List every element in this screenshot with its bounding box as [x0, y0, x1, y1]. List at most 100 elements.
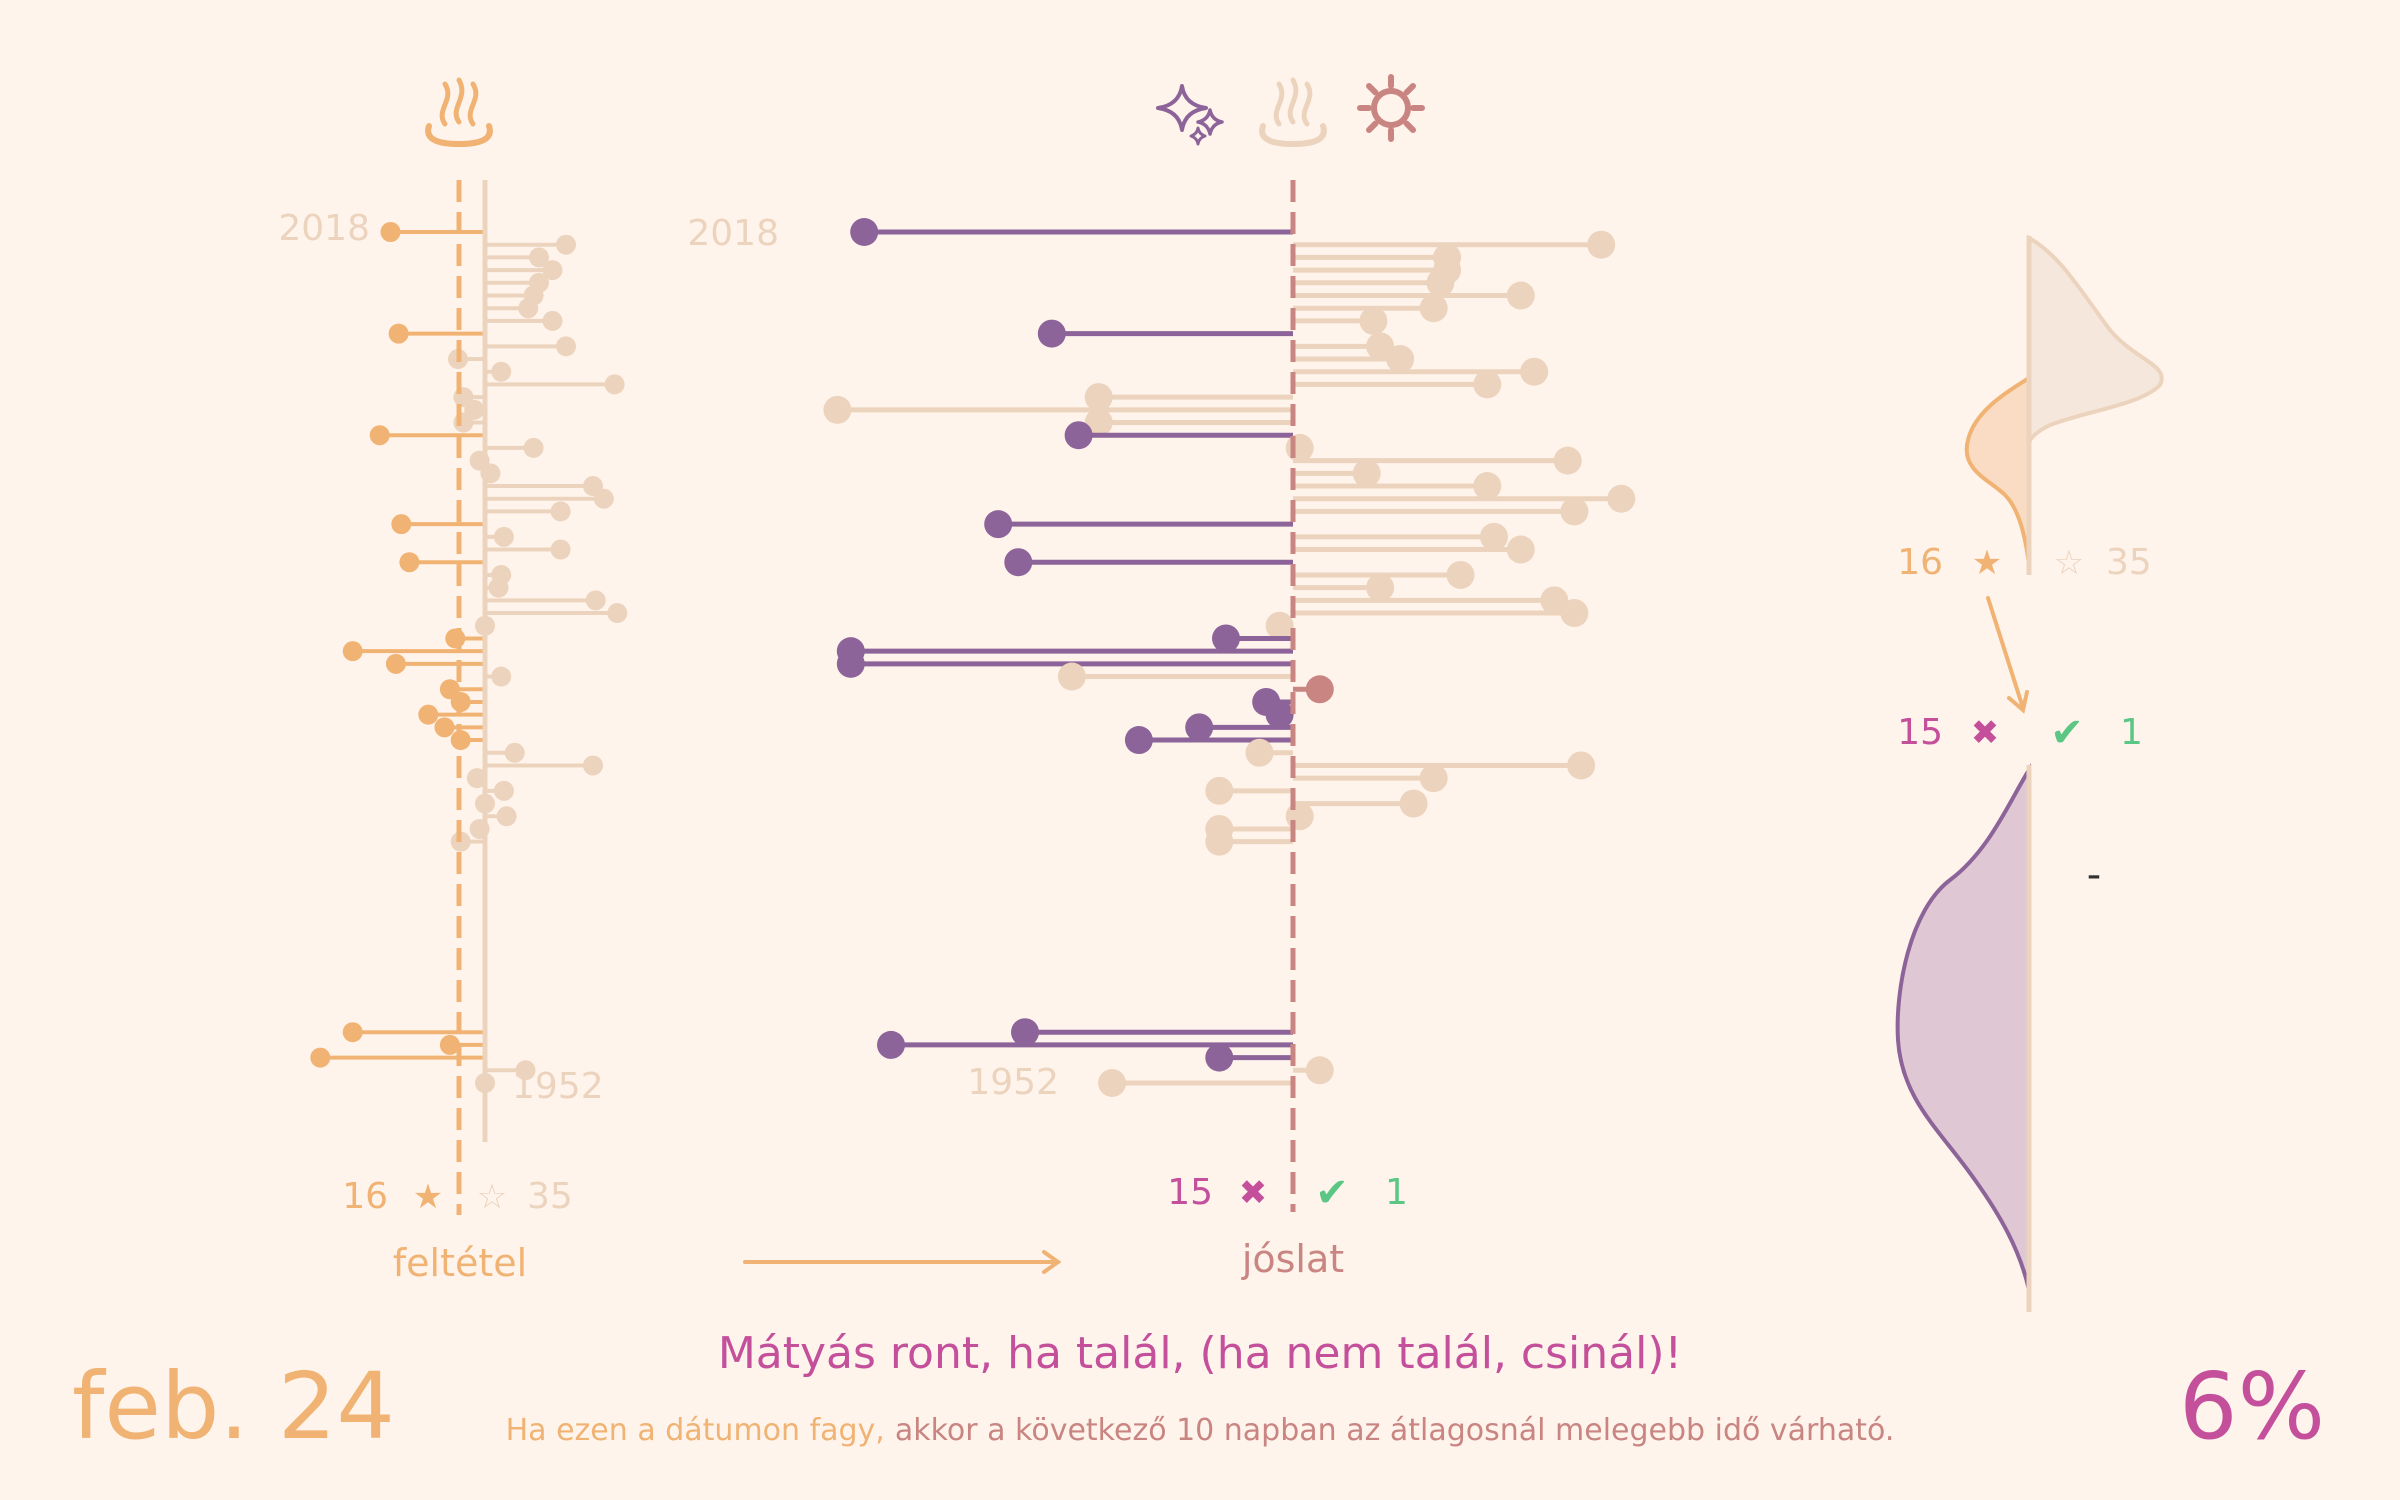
prediction-lollipop-dot — [850, 218, 879, 246]
explanation-condition: Ha ezen a dátumon fagy, — [506, 1413, 885, 1448]
right-star-filled-icon: ★ — [1972, 543, 2002, 583]
condition-lollipop-dot — [385, 653, 406, 674]
prediction-lollipop-dot — [1011, 1018, 1039, 1047]
condition-year-bottom: 1952 — [512, 1066, 604, 1107]
condition-lollipop-dot — [391, 514, 412, 535]
condition-lollipop-dot — [342, 641, 363, 662]
condition-panel — [310, 180, 628, 1215]
prediction-lollipop-dot — [1386, 345, 1415, 374]
condition-lollipop-dot — [607, 603, 628, 624]
condition-lollipop-dot — [496, 806, 517, 827]
condition-lollipop-dot — [523, 437, 544, 458]
prediction-lollipop-dot — [823, 395, 852, 424]
condition-year-top: 2018 — [278, 208, 370, 249]
condition-lollipop-dot — [418, 704, 439, 725]
hit-density-placeholder: - — [2087, 852, 2101, 898]
prediction-lollipop-dot — [836, 649, 865, 678]
prediction-lollipop-dot — [1185, 713, 1214, 742]
sparkles-icon — [1156, 84, 1224, 146]
prediction-lollipop-dot — [1352, 459, 1381, 488]
sun-icon — [1357, 74, 1425, 142]
prediction-lollipop-dot — [1607, 484, 1636, 513]
condition-lollipop-dot — [342, 1022, 363, 1043]
prediction-lollipop-dot — [1004, 548, 1033, 577]
prediction-lollipop-dot — [1359, 306, 1388, 335]
prediction-lollipop-dot — [1506, 281, 1535, 310]
star-filled-icon: ★ — [413, 1177, 443, 1217]
condition-lollipop-dot — [453, 412, 474, 433]
star-empty-count: 35 — [527, 1176, 573, 1217]
prediction-lollipop-dot — [1399, 789, 1428, 818]
star-empty-density — [2027, 234, 2164, 444]
condition-lollipop-dot — [488, 577, 509, 598]
prediction-lollipop-dot — [1205, 776, 1234, 805]
condition-lollipop-dot — [491, 361, 512, 382]
prediction-panel — [823, 180, 1636, 1212]
condition-lollipops — [310, 222, 628, 1093]
condition-lollipop-dot — [399, 552, 420, 573]
right-hit-count: 1 — [2120, 712, 2143, 753]
proverb: Mátyás ront, ha talál, (ha nem talál, cs… — [718, 1328, 1682, 1379]
condition-lollipop-dot — [585, 590, 606, 611]
condition-lollipop-dot — [310, 1047, 331, 1068]
star-filled-count: 16 — [342, 1176, 388, 1217]
right-star-empty-icon: ☆ — [2054, 543, 2084, 583]
hot-spring-icon — [1259, 77, 1327, 148]
right-star-empty-count: 35 — [2106, 542, 2152, 583]
condition-label: feltétel — [393, 1241, 527, 1285]
weather-proverb-chart: 2018 1952 2018 1952 16 ★ ☆ 35 feltétel 1… — [72, 74, 2325, 1460]
prediction-lollipop-dot — [1084, 383, 1113, 412]
prediction-lollipop-dot — [984, 510, 1013, 539]
percent-label: 6% — [2179, 1353, 2325, 1460]
star-filled-density — [1964, 374, 2031, 566]
condition-lollipop-dot — [593, 488, 614, 509]
prediction-lollipop-dot — [877, 1030, 905, 1059]
hot-spring-icon — [425, 77, 493, 148]
prediction-lollipop-dot — [1057, 662, 1086, 691]
hit-icon: ✔ — [1315, 1170, 1349, 1216]
explanation-prediction: akkor a következő 10 napban az átlagosná… — [895, 1413, 1895, 1448]
density-arrow — [1986, 596, 2029, 714]
prediction-lollipop-dot — [1560, 497, 1589, 526]
prediction-lollipop-dot — [1205, 827, 1234, 856]
star-empty-icon: ☆ — [477, 1177, 507, 1217]
prediction-label: jóslat — [1241, 1237, 1344, 1281]
prediction-lollipop-dot — [1506, 535, 1535, 564]
prediction-lollipop-dot — [1205, 1043, 1234, 1072]
condition-lollipop-dot — [380, 222, 401, 242]
prediction-lollipop-dot — [1285, 433, 1314, 462]
condition-lollipop-dot — [556, 336, 576, 357]
condition-lollipop-dot — [556, 234, 576, 255]
condition-lollipop-dot — [518, 298, 539, 319]
date-label: feb. 24 — [72, 1353, 395, 1460]
prediction-lollipops — [823, 218, 1636, 1097]
condition-to-prediction-arrow — [743, 1250, 1062, 1274]
prediction-lollipop-dot — [1212, 624, 1240, 653]
condition-lollipop-dot — [550, 501, 571, 522]
condition-lollipop-dot — [504, 742, 525, 763]
prediction-lollipop-dot — [1037, 319, 1066, 348]
prediction-lollipop-dot — [1587, 230, 1616, 259]
prediction-lollipop-dot — [1480, 522, 1508, 551]
right-miss-count: 15 — [1897, 712, 1943, 753]
prediction-lollipop-dot — [1419, 294, 1448, 323]
right-miss-icon: ✖ — [1971, 713, 2000, 753]
prediction-lollipop-dot — [1520, 357, 1549, 386]
prediction-lollipop-dot — [1419, 764, 1448, 793]
miss-count: 15 — [1167, 1172, 1213, 1213]
condition-lollipop-dot — [493, 526, 514, 547]
prediction-lollipop-dot — [1098, 1069, 1127, 1097]
prediction-lollipop-dot — [1473, 472, 1502, 501]
condition-lollipop-dot — [542, 310, 563, 331]
prediction-lollipop-dot — [1124, 726, 1153, 755]
prediction-lollipop-dot — [1446, 560, 1475, 589]
condition-lollipop-dot — [493, 780, 514, 801]
prediction-lollipop-dot — [1064, 421, 1093, 450]
miss-icon: ✖ — [1239, 1173, 1268, 1213]
prediction-lollipop-dot — [1265, 700, 1294, 729]
prediction-lollipop-dot — [1560, 599, 1589, 628]
prediction-lollipop-dot — [1553, 446, 1582, 475]
prediction-lollipop-dot — [1567, 751, 1596, 780]
explanation: Ha ezen a dátumon fagy, akkor a következő… — [506, 1413, 1895, 1448]
prediction-lollipop-dot — [1366, 573, 1395, 602]
